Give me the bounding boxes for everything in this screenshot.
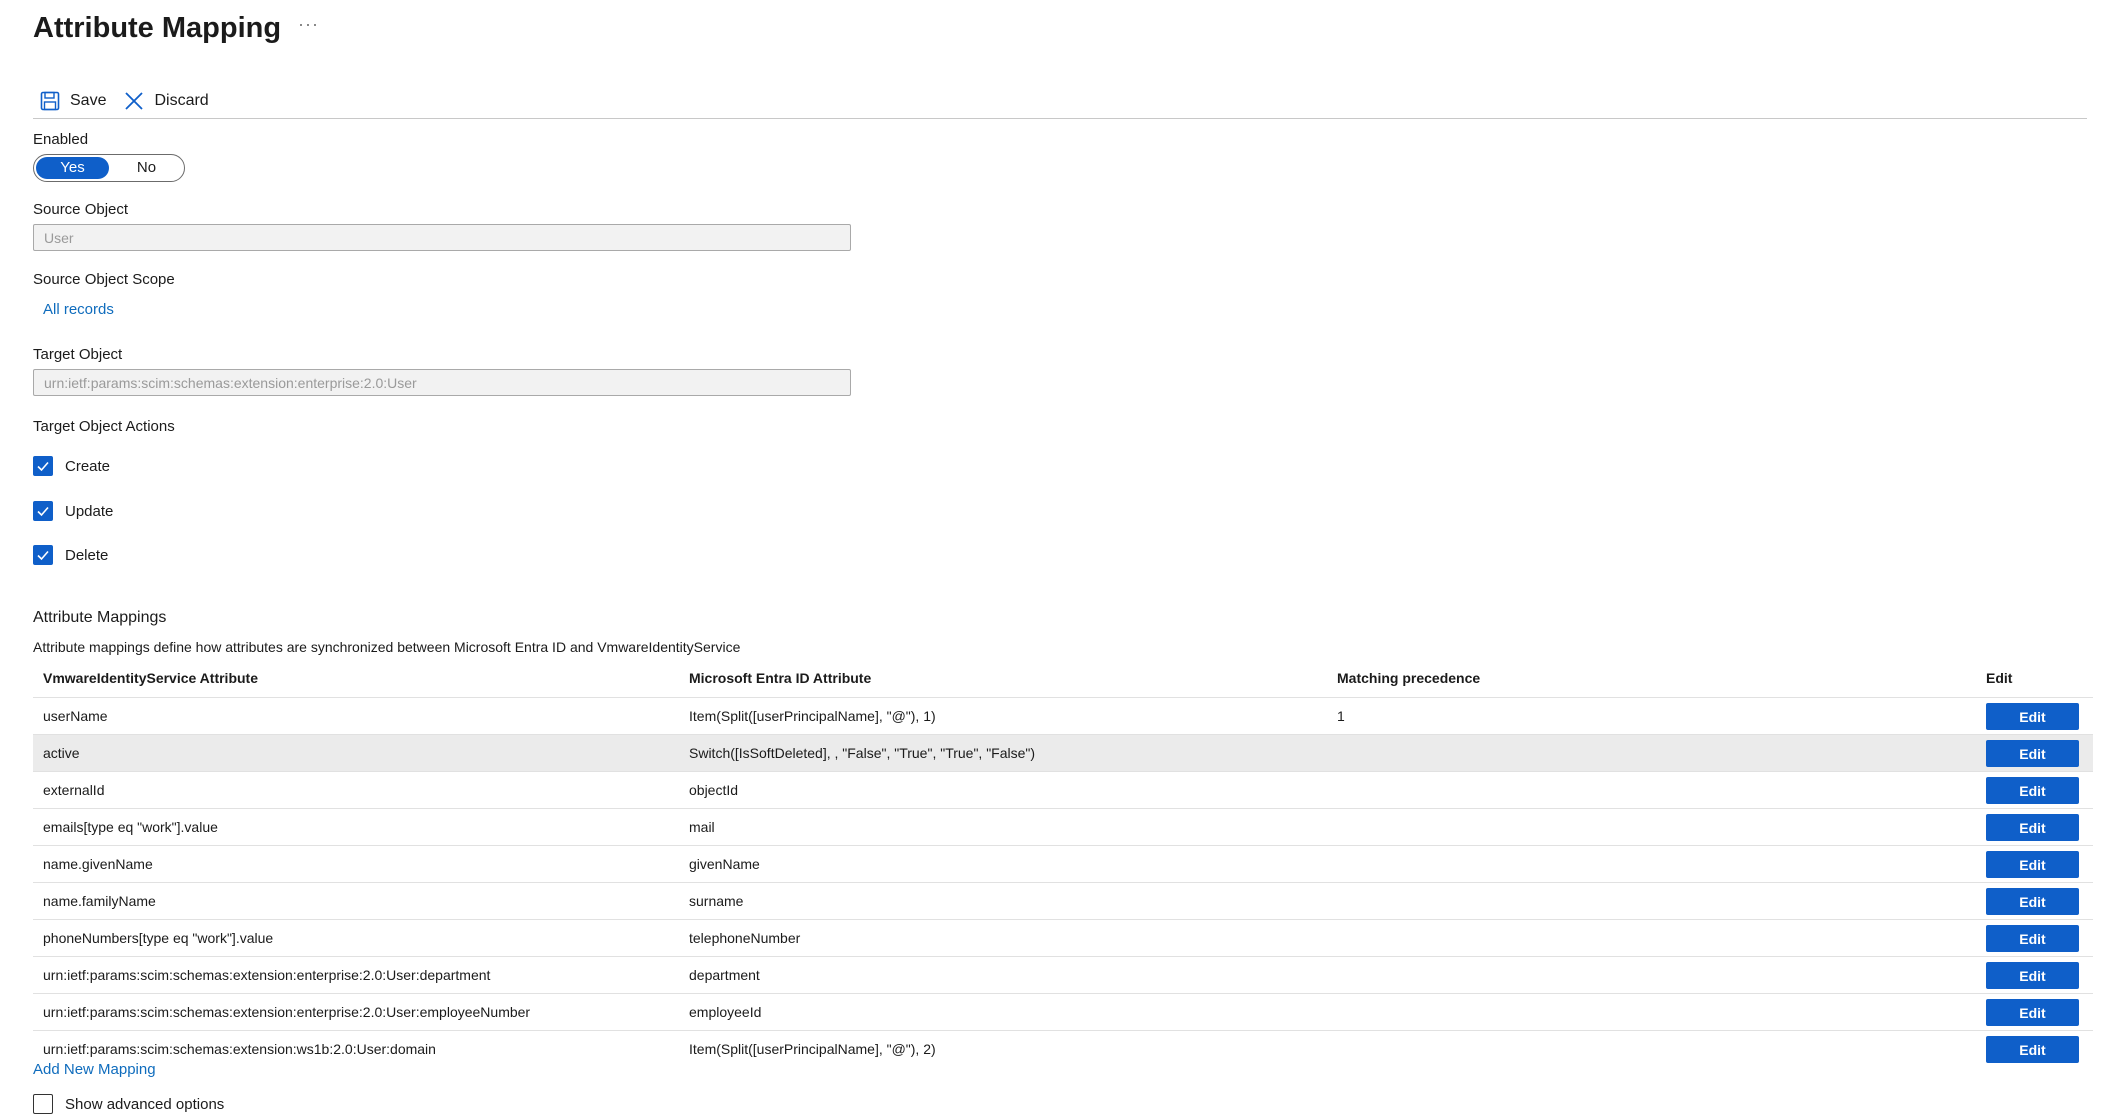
command-bar: Save Discard [40, 86, 227, 116]
column-header-source: Microsoft Entra ID Attribute [689, 670, 872, 686]
target-attribute-cell: name.familyName [43, 893, 156, 909]
attribute-mapping-page: Attribute Mapping ··· Save Discard Enabl… [0, 0, 2116, 1120]
target-attribute-cell: userName [43, 708, 108, 724]
save-button[interactable]: Save [40, 91, 106, 111]
delete-label: Delete [65, 546, 109, 564]
create-checkbox[interactable]: Create [33, 456, 110, 476]
source-attribute-cell: givenName [689, 856, 760, 872]
checkbox-box[interactable] [33, 545, 53, 565]
edit-button[interactable]: Edit [1986, 1036, 2079, 1063]
toolbar-divider [33, 118, 2087, 119]
discard-label: Discard [154, 92, 209, 109]
source-attribute-cell: Item(Split([userPrincipalName], "@"), 2) [689, 1041, 936, 1057]
target-attribute-cell: urn:ietf:params:scim:schemas:extension:e… [43, 1004, 531, 1020]
target-attribute-cell: phoneNumbers[type eq "work"].value [43, 930, 274, 946]
target-attribute-cell: externalId [43, 782, 105, 798]
edit-button[interactable]: Edit [1986, 962, 2079, 989]
target-object-field[interactable] [33, 369, 851, 396]
edit-button[interactable]: Edit [1986, 999, 2079, 1026]
checkbox-box[interactable] [33, 1094, 53, 1114]
table-row: emails[type eq "work"].value mail Edit [33, 808, 2093, 845]
target-attribute-cell: emails[type eq "work"].value [43, 819, 218, 835]
edit-button[interactable]: Edit [1986, 740, 2079, 767]
checkmark-icon [37, 506, 49, 517]
toggle-no-option[interactable]: No [111, 157, 182, 179]
save-label: Save [70, 92, 107, 109]
edit-button[interactable]: Edit [1986, 814, 2079, 841]
column-header-target: VmwareIdentityService Attribute [43, 670, 258, 686]
table-row: name.givenName givenName Edit [33, 845, 2093, 882]
discard-button[interactable]: Discard [124, 91, 209, 111]
checkmark-icon [37, 550, 49, 561]
close-icon [125, 92, 144, 110]
show-advanced-options-checkbox[interactable]: Show advanced options [33, 1094, 224, 1114]
table-row: phoneNumbers[type eq "work"].value telep… [33, 919, 2093, 956]
edit-button[interactable]: Edit [1986, 888, 2079, 915]
source-attribute-cell: Switch([IsSoftDeleted], , "False", "True… [689, 745, 1036, 761]
target-object-label: Target Object [33, 346, 123, 363]
column-header-precedence: Matching precedence [1337, 670, 1481, 686]
mappings-table: userName Item(Split([userPrincipalName],… [33, 697, 2093, 1067]
checkbox-box[interactable] [33, 501, 53, 521]
target-actions-label: Target Object Actions [33, 418, 175, 435]
precedence-cell: 1 [1337, 708, 1345, 724]
show-advanced-options-label: Show advanced options [65, 1095, 225, 1113]
update-checkbox[interactable]: Update [33, 501, 113, 521]
attribute-mappings-description: Attribute mappings define how attributes… [33, 639, 741, 655]
save-icon [40, 91, 60, 111]
source-attribute-cell: telephoneNumber [689, 930, 801, 946]
source-scope-label: Source Object Scope [33, 271, 175, 288]
delete-checkbox[interactable]: Delete [33, 545, 108, 565]
table-row: userName Item(Split([userPrincipalName],… [33, 697, 2093, 734]
page-title: Attribute Mapping [33, 12, 282, 44]
column-header-edit: Edit [1986, 670, 2013, 686]
table-row: externalId objectId Edit [33, 771, 2093, 808]
table-row: urn:ietf:params:scim:schemas:extension:e… [33, 956, 2093, 993]
edit-button[interactable]: Edit [1986, 925, 2079, 952]
source-attribute-cell: employeeId [689, 1004, 762, 1020]
source-attribute-cell: surname [689, 893, 744, 909]
edit-button[interactable]: Edit [1986, 777, 2079, 804]
source-object-field[interactable] [33, 224, 851, 251]
target-attribute-cell: name.givenName [43, 856, 153, 872]
source-attribute-cell: department [689, 967, 760, 983]
source-attribute-cell: mail [689, 819, 715, 835]
attribute-mappings-heading: Attribute Mappings [33, 609, 167, 626]
target-attribute-cell: active [43, 745, 80, 761]
source-object-label: Source Object [33, 201, 129, 218]
table-row: name.familyName surname Edit [33, 882, 2093, 919]
more-options-button[interactable]: ··· [298, 14, 319, 35]
target-attribute-cell: urn:ietf:params:scim:schemas:extension:e… [43, 967, 491, 983]
table-row: urn:ietf:params:scim:schemas:extension:w… [33, 1030, 2093, 1067]
edit-button[interactable]: Edit [1986, 703, 2079, 730]
update-label: Update [65, 502, 114, 520]
checkbox-box[interactable] [33, 456, 53, 476]
enabled-label: Enabled [33, 131, 89, 148]
create-label: Create [65, 457, 111, 475]
toggle-yes-option[interactable]: Yes [36, 157, 109, 179]
edit-button[interactable]: Edit [1986, 851, 2079, 878]
source-attribute-cell: objectId [689, 782, 739, 798]
table-row: active Switch([IsSoftDeleted], , "False"… [33, 734, 2093, 771]
checkmark-icon [37, 461, 49, 472]
mappings-table-header: VmwareIdentityService Attribute Microsof… [33, 660, 2093, 697]
add-new-mapping-link[interactable]: Add New Mapping [33, 1061, 156, 1078]
all-records-link[interactable]: All records [43, 301, 114, 318]
source-attribute-cell: Item(Split([userPrincipalName], "@"), 1) [689, 708, 936, 724]
target-attribute-cell: urn:ietf:params:scim:schemas:extension:w… [43, 1041, 436, 1057]
enabled-toggle[interactable]: Yes No [33, 154, 185, 182]
table-row: urn:ietf:params:scim:schemas:extension:e… [33, 993, 2093, 1030]
